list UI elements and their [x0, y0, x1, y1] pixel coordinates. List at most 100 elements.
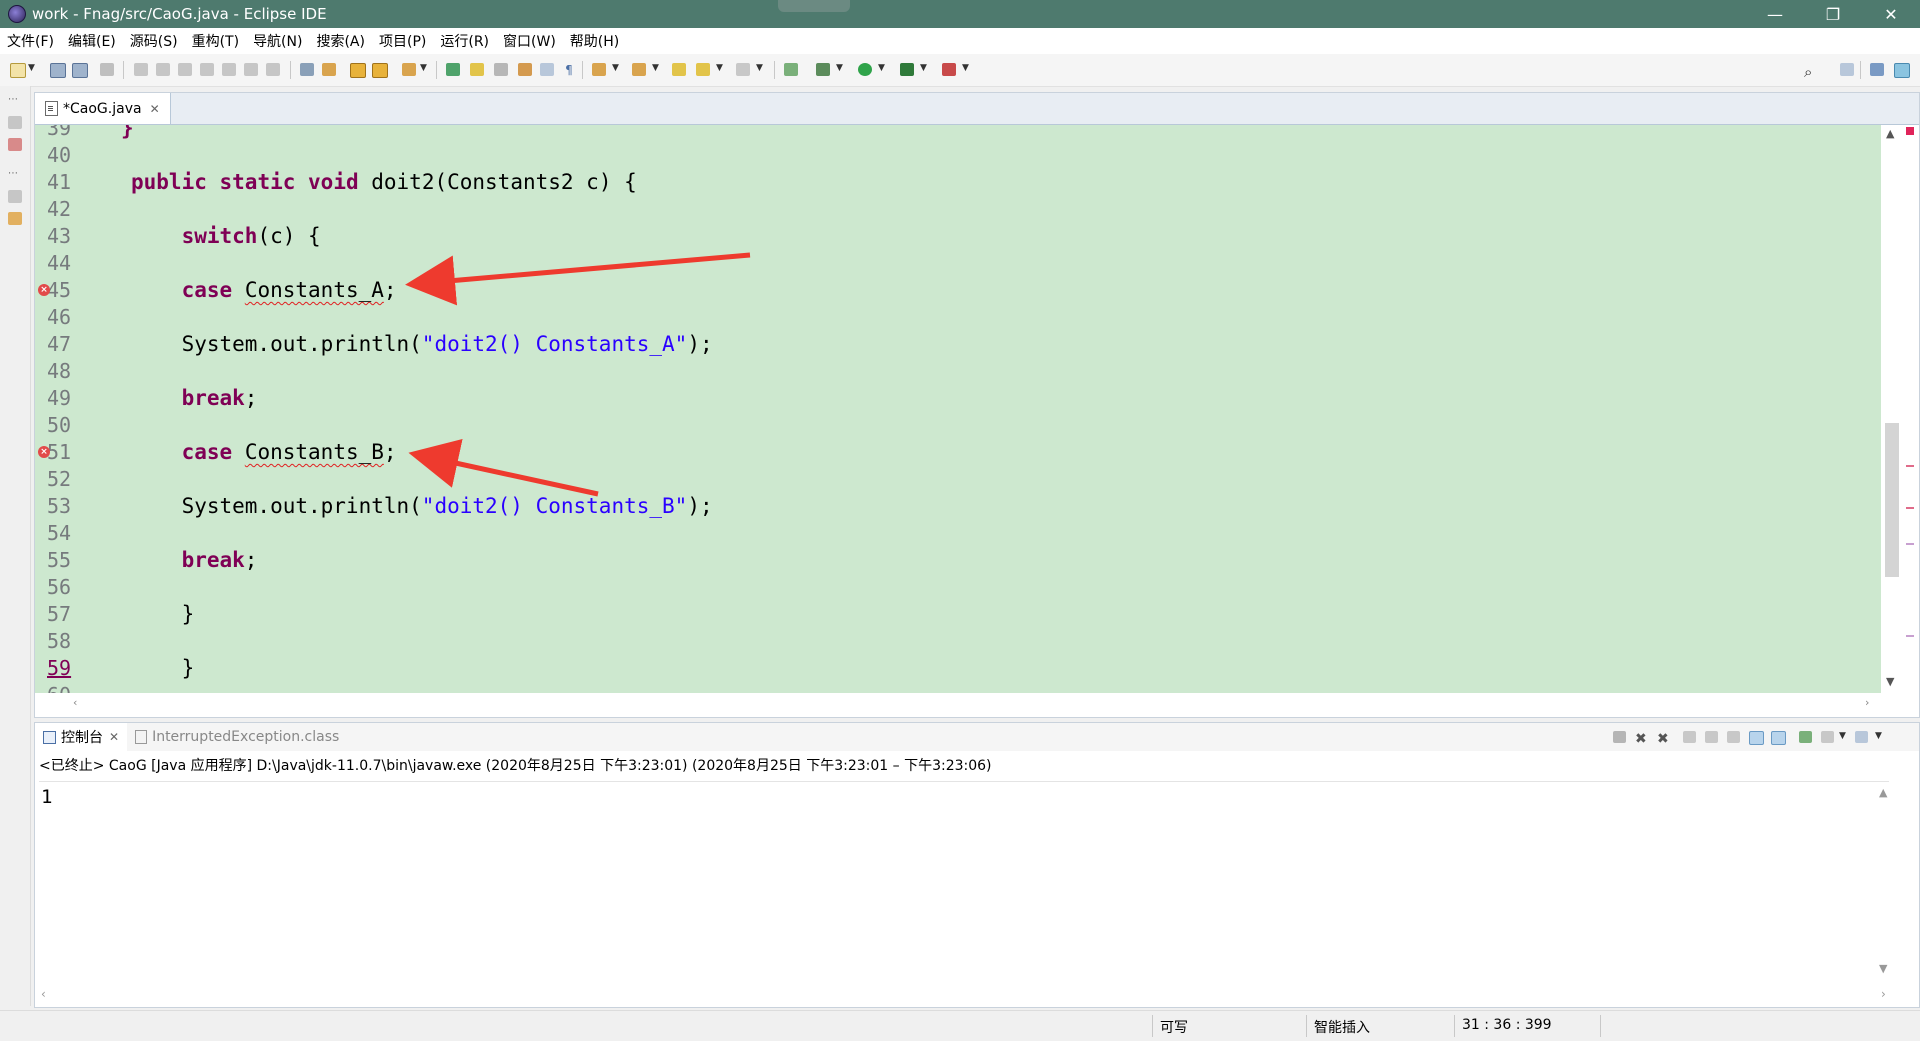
editor-scroll-thumb[interactable]	[1885, 423, 1899, 577]
menu-search[interactable]: 搜索(A)	[309, 31, 372, 51]
code-line[interactable]: 45 × case Constants_A;	[35, 277, 1881, 304]
drop-to-frame-icon[interactable]	[300, 63, 314, 76]
code-line[interactable]: 46	[35, 304, 1881, 331]
remove-all-terminated-icon[interactable]: ✖	[1657, 731, 1670, 747]
step-return-icon[interactable]	[266, 63, 280, 76]
menu-window[interactable]: 窗口(W)	[496, 31, 563, 51]
open-perspective-icon[interactable]	[1840, 63, 1854, 76]
step-into-icon[interactable]	[222, 63, 236, 76]
word-wrap-icon[interactable]	[1727, 731, 1740, 743]
code-line[interactable]: 49 break;	[35, 385, 1881, 412]
next-annotation-dropdown-icon[interactable]: ▼	[612, 63, 619, 73]
code-line[interactable]: 57 }	[35, 601, 1881, 628]
external-tools-icon[interactable]	[942, 63, 956, 76]
scroll-left-icon[interactable]: ‹	[41, 987, 46, 1001]
code-line[interactable]: 51 × case Constants_B;	[35, 439, 1881, 466]
code-line[interactable]: 50	[35, 412, 1881, 439]
code-line[interactable]: 58	[35, 628, 1881, 655]
build-icon[interactable]	[402, 63, 416, 76]
menu-project[interactable]: 项目(P)	[372, 31, 433, 51]
code-line[interactable]: 52	[35, 466, 1881, 493]
code-line[interactable]: 41 public static void doit2(Constants2 c)…	[35, 169, 1881, 196]
build-dropdown-icon[interactable]: ▼	[420, 63, 427, 73]
pin-console-icon[interactable]	[1799, 731, 1812, 743]
run-dropdown-icon[interactable]: ▼	[878, 63, 885, 73]
debug-dropdown-icon[interactable]: ▼	[836, 63, 843, 73]
coverage-icon[interactable]	[900, 63, 914, 76]
code-line[interactable]: 44	[35, 250, 1881, 277]
editor-horizontal-scrollbar[interactable]: ‹ ›	[35, 693, 1901, 717]
maximize-button[interactable]: ❐	[1804, 0, 1862, 28]
terminate-icon[interactable]	[178, 63, 192, 76]
clear-console-icon[interactable]	[1683, 731, 1696, 743]
console-horizontal-scrollbar[interactable]: ‹ ›	[35, 985, 1901, 1005]
error-marker[interactable]	[1906, 507, 1914, 509]
code-line[interactable]: 43 switch(c) {	[35, 223, 1881, 250]
error-icon[interactable]: ×	[38, 284, 50, 296]
code-line[interactable]: 47 System.out.println("doit2() Constants…	[35, 331, 1881, 358]
open-folder-icon[interactable]	[350, 63, 366, 78]
open-type-icon[interactable]	[372, 63, 388, 78]
java-perspective-icon[interactable]	[1870, 63, 1884, 76]
error-summary-icon[interactable]	[1906, 127, 1914, 135]
step-over-icon[interactable]	[244, 63, 258, 76]
overview-ruler[interactable]	[1901, 125, 1919, 693]
scroll-left-icon[interactable]: ‹	[73, 696, 77, 709]
display-console-dropdown-icon[interactable]: ▼	[1839, 731, 1846, 741]
close-icon[interactable]: ✕	[109, 730, 119, 744]
status-insert-mode[interactable]: 智能插入	[1314, 1017, 1370, 1037]
occurrence-marker[interactable]	[1906, 635, 1914, 637]
restore-icon[interactable]: ⋯	[8, 94, 22, 107]
highlight-icon[interactable]	[470, 63, 484, 76]
menu-file[interactable]: 文件(F)	[0, 31, 61, 51]
outline-icon[interactable]	[8, 190, 22, 203]
occurrence-marker[interactable]	[1906, 543, 1914, 545]
coverage-dropdown-icon[interactable]: ▼	[920, 63, 927, 73]
menu-help[interactable]: 帮助(H)	[563, 31, 626, 51]
new-dropdown-icon[interactable]: ▼	[28, 63, 35, 73]
code-line[interactable]: 60	[35, 682, 1881, 693]
save-icon[interactable]	[50, 63, 66, 78]
debug-icon[interactable]	[816, 63, 830, 76]
error-icon[interactable]: ×	[38, 446, 50, 458]
code-line[interactable]: 42	[35, 196, 1881, 223]
suspend-icon[interactable]	[156, 63, 170, 76]
code-line[interactable]: 56	[35, 574, 1881, 601]
scroll-up-icon[interactable]: ▲	[1879, 786, 1887, 799]
back-dropdown-icon[interactable]: ▼	[716, 63, 723, 73]
forward-icon[interactable]	[736, 63, 750, 76]
code-line[interactable]: 53 System.out.println("doit2() Constants…	[35, 493, 1881, 520]
terminate-icon[interactable]	[1613, 731, 1626, 743]
code-editor[interactable]: 39} 40 41 public static void doit2(Constant…	[35, 125, 1881, 693]
task-list-icon[interactable]	[8, 212, 22, 225]
remove-launch-icon[interactable]: ✖	[1635, 731, 1648, 747]
external-tools-dropdown-icon[interactable]: ▼	[962, 63, 969, 73]
scroll-down-icon[interactable]: ▼	[1879, 962, 1887, 975]
skip-breakpoints-icon[interactable]	[322, 63, 336, 76]
code-line[interactable]: 59 }	[35, 655, 1881, 682]
code-line[interactable]: 40	[35, 142, 1881, 169]
disconnect-icon[interactable]	[200, 63, 214, 76]
package-explorer-icon[interactable]	[8, 116, 22, 129]
menu-edit[interactable]: 编辑(E)	[61, 31, 123, 51]
minimize-button[interactable]: —	[1746, 0, 1804, 28]
toggle-mark-icon[interactable]	[494, 63, 508, 76]
scroll-down-icon[interactable]: ▼	[1886, 675, 1894, 688]
menu-refactor[interactable]: 重构(T)	[185, 31, 246, 51]
console-tab[interactable]: 控制台 ✕	[35, 723, 128, 751]
class-file-tab[interactable]: InterruptedException.class	[127, 723, 347, 751]
close-icon[interactable]: ✕	[150, 102, 160, 116]
editor-tab-caog[interactable]: *CaoG.java ✕	[35, 93, 171, 124]
print-icon[interactable]	[100, 63, 114, 76]
back-icon[interactable]	[696, 63, 710, 76]
title-drag-handle[interactable]	[778, 0, 850, 12]
forward-dropdown-icon[interactable]: ▼	[756, 63, 763, 73]
next-annotation-icon[interactable]	[592, 63, 606, 76]
scroll-lock-icon[interactable]	[1705, 731, 1718, 743]
code-line[interactable]: 39}	[35, 125, 1881, 142]
hierarchy-icon[interactable]	[8, 138, 22, 151]
code-line[interactable]: 54	[35, 520, 1881, 547]
show-on-stderr-icon[interactable]	[1771, 731, 1786, 745]
pin-editor-icon[interactable]	[784, 63, 798, 76]
scroll-right-icon[interactable]: ›	[1865, 696, 1869, 709]
